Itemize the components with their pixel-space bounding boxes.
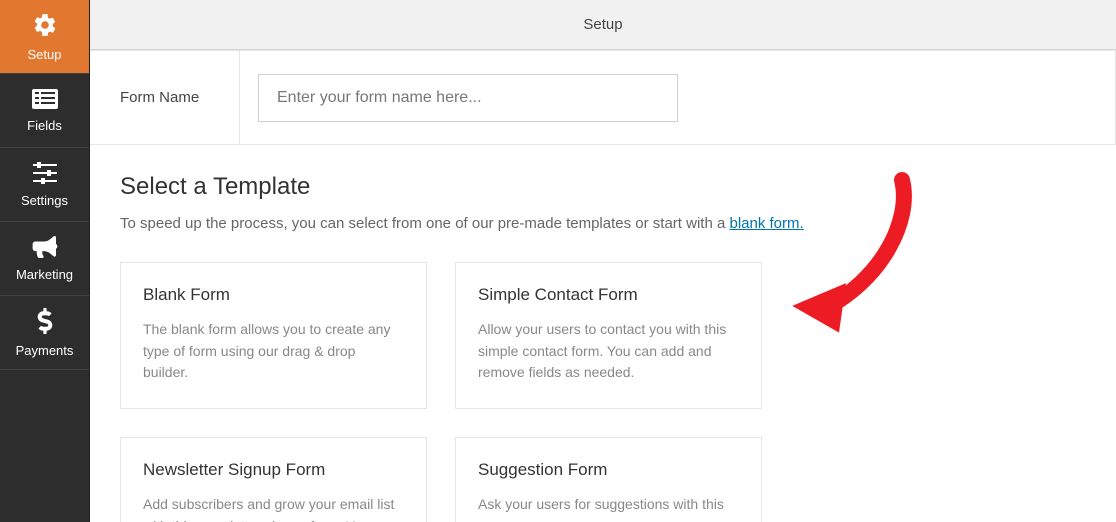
- template-section-title: Select a Template: [120, 173, 1086, 201]
- form-name-input-wrap: [240, 51, 1115, 144]
- template-grid: Blank Form The blank form allows you to …: [120, 262, 1086, 522]
- template-card-blank-form[interactable]: Blank Form The blank form allows you to …: [120, 262, 427, 409]
- sidebar-item-label: Fields: [27, 118, 62, 133]
- form-name-input[interactable]: [258, 74, 678, 122]
- sidebar-item-label: Settings: [21, 193, 68, 208]
- blank-form-link[interactable]: blank form.: [729, 215, 803, 232]
- sidebar: Setup Fields Settings Marketing Payments: [0, 0, 90, 522]
- template-card-title: Simple Contact Form: [478, 285, 739, 305]
- top-bar-title: Setup: [583, 16, 622, 33]
- list-icon: [32, 89, 58, 112]
- sidebar-item-setup[interactable]: Setup: [0, 0, 89, 74]
- app-root: Setup Fields Settings Marketing Payments: [0, 0, 1116, 522]
- sidebar-item-label: Payments: [16, 343, 74, 358]
- sidebar-item-label: Marketing: [16, 267, 73, 282]
- template-card-desc: The blank form allows you to create any …: [143, 319, 404, 384]
- template-section-desc-text: To speed up the process, you can select …: [120, 215, 729, 232]
- form-name-row: Form Name: [90, 50, 1116, 145]
- sidebar-item-fields[interactable]: Fields: [0, 74, 89, 148]
- sidebar-item-settings[interactable]: Settings: [0, 148, 89, 222]
- gear-icon: [32, 12, 58, 41]
- main-panel: Setup Form Name Select a Template To spe…: [90, 0, 1116, 522]
- form-name-label: Form Name: [90, 51, 240, 144]
- sidebar-item-payments[interactable]: Payments: [0, 296, 89, 370]
- sliders-icon: [33, 162, 57, 187]
- template-card-desc: Add subscribers and grow your email list…: [143, 494, 404, 522]
- setup-panel: Form Name Select a Template To speed up …: [90, 50, 1116, 522]
- sidebar-item-marketing[interactable]: Marketing: [0, 222, 89, 296]
- template-section-desc: To speed up the process, you can select …: [120, 215, 1086, 232]
- template-card-newsletter-signup[interactable]: Newsletter Signup Form Add subscribers a…: [120, 437, 427, 522]
- template-card-desc: Allow your users to contact you with thi…: [478, 319, 739, 384]
- bullhorn-icon: [32, 236, 58, 261]
- template-card-suggestion-form[interactable]: Suggestion Form Ask your users for sugge…: [455, 437, 762, 522]
- template-section: Select a Template To speed up the proces…: [90, 145, 1116, 522]
- top-bar: Setup: [90, 0, 1116, 50]
- template-card-title: Suggestion Form: [478, 460, 739, 480]
- template-card-title: Blank Form: [143, 285, 404, 305]
- template-card-desc: Ask your users for suggestions with this: [478, 494, 739, 516]
- sidebar-item-label: Setup: [28, 47, 62, 62]
- template-card-simple-contact-form[interactable]: Simple Contact Form Allow your users to …: [455, 262, 762, 409]
- template-card-title: Newsletter Signup Form: [143, 460, 404, 480]
- dollar-icon: [37, 308, 53, 337]
